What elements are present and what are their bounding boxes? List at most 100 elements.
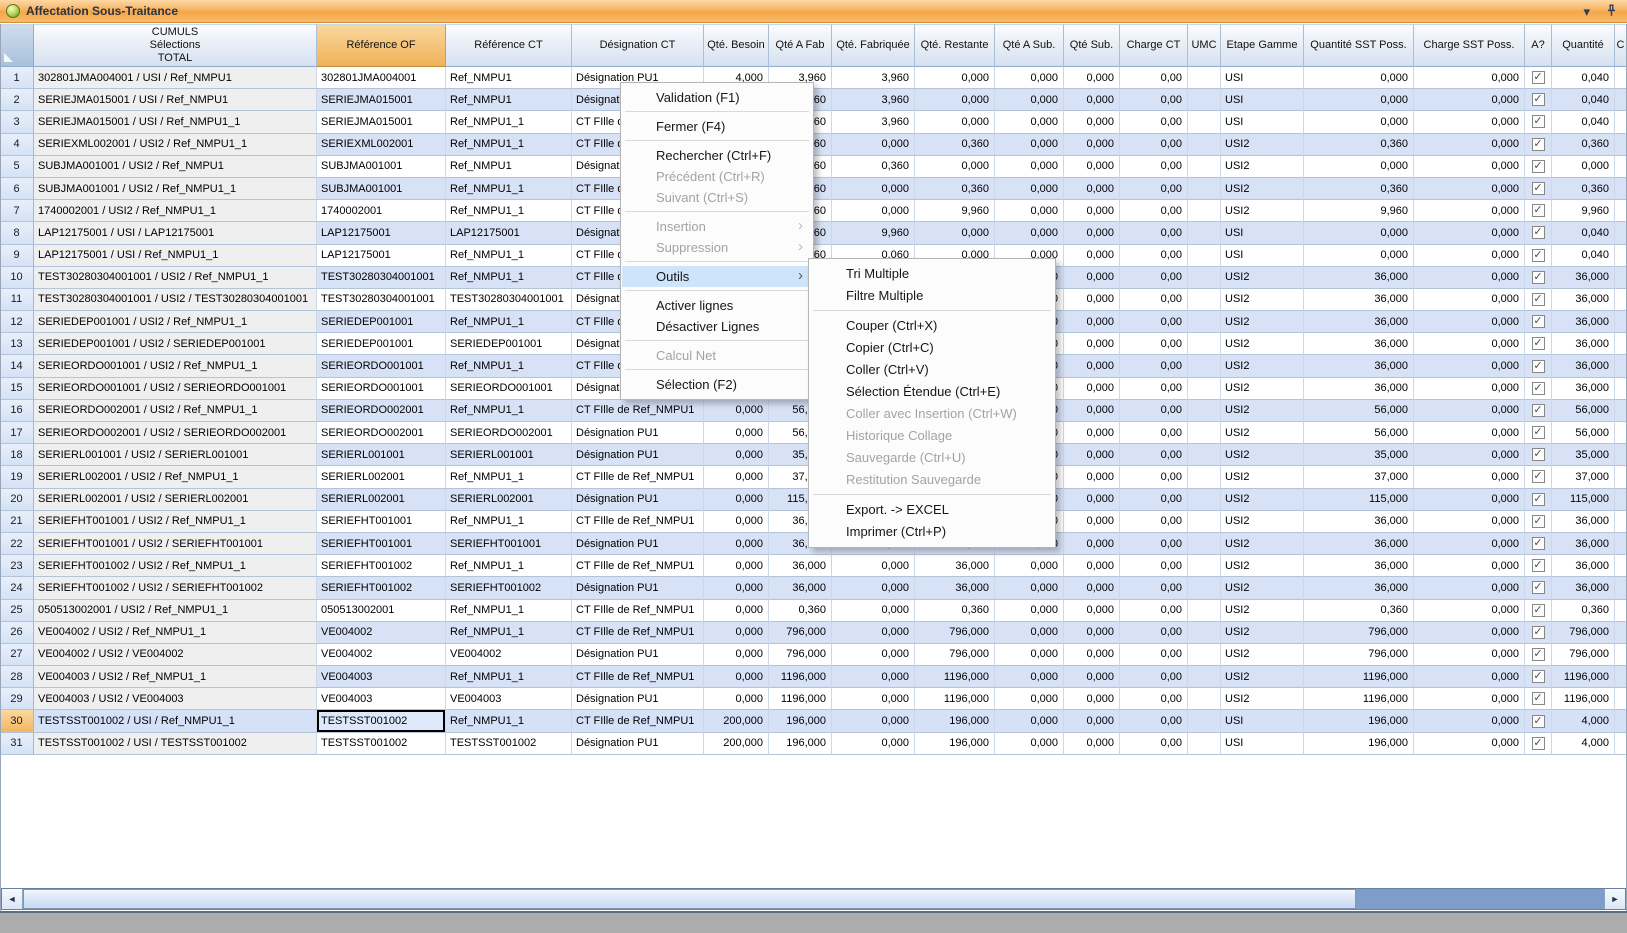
row-number[interactable]: 18: [0, 444, 34, 466]
cell-qte-a-fab[interactable]: 1196,000: [769, 666, 832, 688]
cell-qte-sub[interactable]: 0,000: [1064, 600, 1120, 622]
cell-quantite-sst-poss[interactable]: 36,000: [1304, 333, 1414, 355]
cell-cumuls[interactable]: TEST30280304001001 / USI2 / TEST30280304…: [34, 289, 317, 311]
cell-cumuls[interactable]: SERIEJMA015001 / USI / Ref_NMPU1_1: [34, 111, 317, 133]
cell-qte-sub[interactable]: 0,000: [1064, 466, 1120, 488]
cell-charge-sst-poss[interactable]: 0,000: [1414, 156, 1525, 178]
cell-reference-ct[interactable]: Ref_NMPU1_1: [446, 111, 572, 133]
cell-reference-ct[interactable]: Ref_NMPU1_1: [446, 710, 572, 732]
row-number[interactable]: 15: [0, 378, 34, 400]
cell-qte-restante[interactable]: 0,360: [915, 178, 995, 200]
cell-quantite-sst-poss[interactable]: 36,000: [1304, 378, 1414, 400]
cell-qte-sub[interactable]: 0,000: [1064, 422, 1120, 444]
column-header-qte-restante[interactable]: Qté. Restante: [915, 24, 995, 67]
cell-etape-gamme[interactable]: USI2: [1221, 156, 1304, 178]
cell-qte-a-sub[interactable]: 0,000: [995, 600, 1064, 622]
cell-a-flag[interactable]: ✓: [1525, 710, 1552, 732]
cell-umc[interactable]: [1188, 311, 1221, 333]
cell-a-flag[interactable]: ✓: [1525, 222, 1552, 244]
cell-qte-sub[interactable]: 0,000: [1064, 156, 1120, 178]
cell-charge-sst-poss[interactable]: 0,000: [1414, 577, 1525, 599]
a-checkbox[interactable]: ✓: [1532, 715, 1545, 728]
cell-reference-of[interactable]: SERIEORDO002001: [317, 422, 446, 444]
a-checkbox[interactable]: ✓: [1532, 737, 1545, 750]
cell-cumuls[interactable]: SERIERL001001 / USI2 / SERIERL001001: [34, 444, 317, 466]
cell-etape-gamme[interactable]: USI2: [1221, 444, 1304, 466]
cell-designation-ct[interactable]: CT FIlle de Ref_NMPU1: [572, 622, 704, 644]
cell-a-flag[interactable]: ✓: [1525, 267, 1552, 289]
cell-quantite[interactable]: 1196,000: [1552, 688, 1615, 710]
cell-quantite-sst-poss[interactable]: 0,360: [1304, 178, 1414, 200]
cell-qte-a-sub[interactable]: 0,000: [995, 111, 1064, 133]
cell-quantite-sst-poss[interactable]: 37,000: [1304, 466, 1414, 488]
cell-etape-gamme[interactable]: USI2: [1221, 577, 1304, 599]
cell-umc[interactable]: [1188, 200, 1221, 222]
cell-charge-ct[interactable]: 0,00: [1120, 67, 1188, 89]
cell-reference-ct[interactable]: SERIERL002001: [446, 489, 572, 511]
cell-quantite[interactable]: 36,000: [1552, 555, 1615, 577]
cell-qte-a-fab[interactable]: 796,000: [769, 644, 832, 666]
submenu-item-coller-ctrl-v[interactable]: Coller (Ctrl+V): [810, 359, 1054, 381]
cell-qte-a-sub[interactable]: 0,000: [995, 89, 1064, 111]
a-checkbox[interactable]: ✓: [1532, 315, 1545, 328]
cell-reference-of[interactable]: LAP12175001: [317, 222, 446, 244]
cell-qte-sub[interactable]: 0,000: [1064, 245, 1120, 267]
cell-designation-ct[interactable]: Désignation PU1: [572, 733, 704, 755]
cell-quantite-sst-poss[interactable]: 196,000: [1304, 733, 1414, 755]
cell-umc[interactable]: [1188, 511, 1221, 533]
column-header-qte-a-sub[interactable]: Qté A Sub.: [995, 24, 1064, 67]
cell-a-flag[interactable]: ✓: [1525, 422, 1552, 444]
scrollbar-thumb[interactable]: [23, 889, 1356, 909]
a-checkbox[interactable]: ✓: [1532, 470, 1545, 483]
cell-charge-ct[interactable]: 0,00: [1120, 156, 1188, 178]
cell-designation-ct[interactable]: CT FIlle de Ref_NMPU1: [572, 710, 704, 732]
cell-qte-fabriquee[interactable]: 3,960: [832, 67, 915, 89]
select-all-corner[interactable]: [0, 24, 34, 67]
cell-cumuls[interactable]: SERIEORDO002001 / USI2 / Ref_NMPU1_1: [34, 400, 317, 422]
a-checkbox[interactable]: ✓: [1532, 115, 1545, 128]
cell-charge-ct[interactable]: 0,00: [1120, 245, 1188, 267]
cell-etape-gamme[interactable]: USI2: [1221, 688, 1304, 710]
row-number[interactable]: 22: [0, 533, 34, 555]
row-number[interactable]: 19: [0, 466, 34, 488]
cell-qte-sub[interactable]: 0,000: [1064, 134, 1120, 156]
cell-designation-ct[interactable]: CT FIlle de Ref_NMPU1: [572, 511, 704, 533]
cell-umc[interactable]: [1188, 222, 1221, 244]
cell-etape-gamme[interactable]: USI2: [1221, 555, 1304, 577]
row-number[interactable]: 11: [0, 289, 34, 311]
cell-qte-restante[interactable]: 0,000: [915, 67, 995, 89]
cell-quantite[interactable]: 0,360: [1552, 178, 1615, 200]
cell-cumuls[interactable]: SERIEORDO001001 / USI2 / SERIEORDO001001: [34, 378, 317, 400]
cell-a-flag[interactable]: ✓: [1525, 600, 1552, 622]
cell-qte-a-sub[interactable]: 0,000: [995, 67, 1064, 89]
cell-a-flag[interactable]: ✓: [1525, 378, 1552, 400]
cell-etape-gamme[interactable]: USI2: [1221, 533, 1304, 555]
cell-charge-ct[interactable]: 0,00: [1120, 89, 1188, 111]
cell-charge-sst-poss[interactable]: 0,000: [1414, 511, 1525, 533]
cell-cumuls[interactable]: SERIEORDO001001 / USI2 / Ref_NMPU1_1: [34, 355, 317, 377]
cell-quantite[interactable]: 36,000: [1552, 311, 1615, 333]
cell-qte-fabriquee[interactable]: 0,000: [832, 200, 915, 222]
cell-quantite-sst-poss[interactable]: 36,000: [1304, 511, 1414, 533]
cell-reference-ct[interactable]: Ref_NMPU1: [446, 156, 572, 178]
cell-quantite[interactable]: 1196,000: [1552, 666, 1615, 688]
cell-umc[interactable]: [1188, 333, 1221, 355]
cell-a-flag[interactable]: ✓: [1525, 89, 1552, 111]
cell-quantite[interactable]: 36,000: [1552, 355, 1615, 377]
cell-charge-sst-poss[interactable]: 0,000: [1414, 111, 1525, 133]
cell-reference-ct[interactable]: Ref_NMPU1_1: [446, 466, 572, 488]
cell-quantite[interactable]: 0,040: [1552, 222, 1615, 244]
cell-reference-ct[interactable]: Ref_NMPU1_1: [446, 178, 572, 200]
cell-reference-of[interactable]: SERIEDEP001001: [317, 333, 446, 355]
cell-qte-a-fab[interactable]: 196,000: [769, 733, 832, 755]
cell-etape-gamme[interactable]: USI2: [1221, 600, 1304, 622]
cell-designation-ct[interactable]: CT FIlle de Ref_NMPU1: [572, 555, 704, 577]
cell-qte-a-sub[interactable]: 0,000: [995, 644, 1064, 666]
cell-designation-ct[interactable]: Désignation PU1: [572, 422, 704, 444]
cell-reference-of[interactable]: SUBJMA001001: [317, 178, 446, 200]
row-number[interactable]: 31: [0, 733, 34, 755]
cell-qte-fabriquee[interactable]: 3,960: [832, 89, 915, 111]
cell-charge-ct[interactable]: 0,00: [1120, 511, 1188, 533]
cell-reference-of[interactable]: 050513002001: [317, 600, 446, 622]
cell-reference-of[interactable]: TESTSST001002: [317, 733, 446, 755]
